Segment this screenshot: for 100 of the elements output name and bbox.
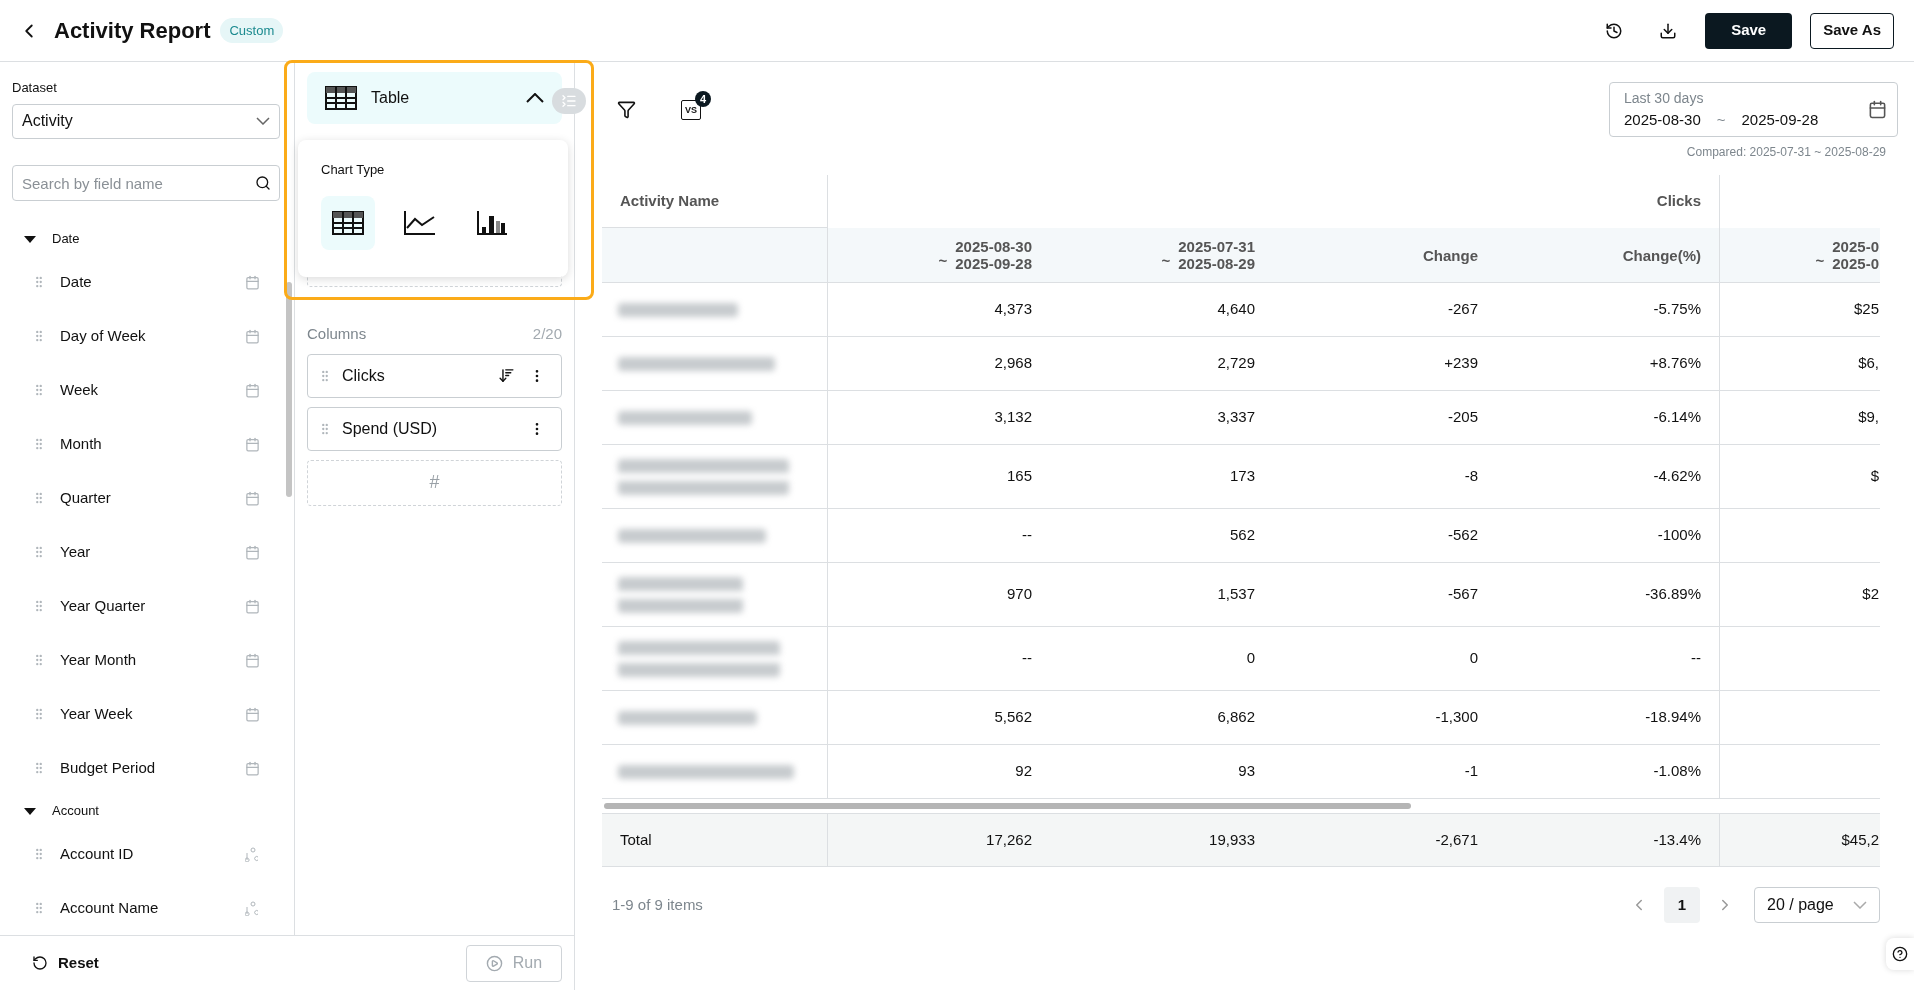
table-cell-text: $2 — [1862, 584, 1879, 605]
total-cell-text: 19,933 — [1209, 829, 1255, 850]
table-cell-text: -6.14% — [1653, 407, 1701, 428]
page-size-select[interactable]: 20 / page — [1754, 887, 1880, 923]
total-cell-text: $45,2 — [1841, 829, 1879, 850]
table-cell-text: 970 — [1006, 584, 1032, 605]
calendar-icon — [245, 436, 260, 452]
table-cell-text: -- — [1691, 648, 1701, 669]
table-cell-text: 1,537 — [1217, 584, 1255, 605]
table-cell-text: -1.08% — [1653, 761, 1701, 782]
column-chip[interactable]: Clicks — [307, 353, 562, 398]
field-item[interactable]: Month — [12, 417, 280, 471]
field-item[interactable]: Quarter — [12, 471, 280, 525]
collapse-icon — [561, 93, 577, 109]
reset-button[interactable]: Reset — [32, 951, 99, 975]
table-cell-text: 0 — [1469, 648, 1478, 669]
table-cell-text: 93 — [1238, 761, 1255, 782]
calendar-icon — [245, 490, 260, 506]
calendar-icon — [245, 328, 260, 344]
save-button[interactable]: Save — [1705, 12, 1793, 49]
page-button[interactable]: 1 — [1664, 887, 1700, 923]
compared-range: Compared: 2025-07-31 ~ 2025-08-29 — [1686, 144, 1886, 161]
calendar-icon — [245, 544, 260, 560]
help-button[interactable] — [1886, 938, 1914, 970]
table-cell-text: 5,562 — [994, 707, 1032, 728]
field-item[interactable]: Account Name — [12, 881, 280, 935]
table-cell-text: 173 — [1229, 466, 1255, 487]
date-preset: Last 30 days — [1624, 88, 1705, 108]
column-drop-zone: # — [307, 459, 562, 506]
field-group-header[interactable]: Date — [12, 223, 280, 255]
chart-type-selector[interactable]: Table — [307, 72, 562, 124]
column-header: ~ 2025-0 2025-0 — [1719, 228, 1879, 282]
sort-icon[interactable] — [498, 367, 515, 384]
items-summary: 1-9 of 9 items — [611, 894, 703, 915]
dataset-select[interactable]: Activity — [12, 103, 280, 139]
horizontal-scrollbar-thumb[interactable] — [604, 803, 1411, 809]
field-item[interactable]: Budget Period — [12, 741, 280, 795]
page-title: Activity Report — [54, 17, 211, 45]
field-item[interactable]: Week — [12, 363, 280, 417]
text-type-icon — [245, 846, 260, 862]
calendar-icon — [245, 598, 260, 614]
field-item[interactable]: Year Quarter — [12, 579, 280, 633]
columns-count: 2/20 — [532, 324, 562, 344]
popover-title: Chart Type — [321, 161, 386, 179]
total-cell-text: 17,262 — [986, 829, 1032, 850]
total-cell-text: -13.4% — [1653, 829, 1701, 850]
table-cell-text: $9, — [1858, 407, 1879, 428]
column-header: Change(%) — [1621, 245, 1702, 266]
scrollbar-thumb[interactable] — [286, 282, 292, 497]
history-icon[interactable] — [1605, 21, 1624, 40]
table-cell-text: -36.89% — [1645, 584, 1701, 605]
text-type-icon — [245, 900, 260, 916]
download-icon[interactable] — [1659, 21, 1678, 40]
table-cell-text: $6, — [1858, 353, 1879, 374]
field-group-header[interactable]: Account — [12, 795, 280, 827]
table-cell-text: +239 — [1444, 353, 1478, 374]
chart-type-option[interactable] — [321, 195, 375, 250]
table-cell-text: 2,729 — [1217, 353, 1255, 374]
line-chart-icon — [403, 209, 437, 236]
table-cell-text: 6,862 — [1217, 707, 1255, 728]
bar-chart-icon — [476, 209, 508, 236]
field-item[interactable]: Day of Week — [12, 309, 280, 363]
table-cell-text: -- — [1022, 525, 1032, 546]
date-range-picker[interactable]: Last 30 days 2025-08-30 ~ 2025-09-28 — [1609, 82, 1898, 137]
collapse-panel-handle[interactable] — [552, 88, 586, 114]
column-header: ~ 2025-08-30 2025-09-28 — [827, 228, 1050, 282]
calendar-icon — [245, 382, 260, 398]
field-item[interactable]: Date — [12, 255, 280, 309]
help-icon — [1892, 946, 1908, 962]
dataset-label: Dataset — [12, 79, 58, 97]
play-icon — [485, 954, 503, 972]
chevron-down-icon — [256, 117, 270, 126]
table-icon — [332, 210, 364, 235]
column-header: Change — [1422, 245, 1479, 266]
filter-icon[interactable] — [617, 100, 636, 119]
field-item[interactable]: Year — [12, 525, 280, 579]
field-item[interactable]: Year Month — [12, 633, 280, 687]
table-icon — [325, 86, 357, 110]
table-cell-text: 4,640 — [1217, 299, 1255, 320]
column-chip[interactable]: Spend (USD) — [307, 406, 562, 451]
calendar-icon — [245, 652, 260, 668]
search-field[interactable]: Search by field name — [12, 165, 280, 201]
reset-icon — [32, 955, 48, 971]
columns-label: Columns — [307, 324, 367, 344]
table-cell-text: 3,337 — [1217, 407, 1255, 428]
table-cell-text: -1,300 — [1435, 707, 1478, 728]
table-cell-text: 2,968 — [994, 353, 1032, 374]
table-cell-text: -1 — [1464, 761, 1478, 782]
field-item[interactable]: Year Week — [12, 687, 280, 741]
end-date: 2025-09-28 — [1741, 109, 1819, 130]
table-cell-text: -100% — [1657, 525, 1701, 546]
count-badge: 4 — [695, 91, 711, 107]
total-label: Total — [619, 829, 653, 850]
chevron-down-icon — [1853, 901, 1867, 909]
save-as-button[interactable]: Save As — [1810, 12, 1894, 49]
table-cell-text: -567 — [1447, 584, 1478, 605]
calendar-icon — [245, 706, 260, 722]
field-item[interactable]: Account ID — [12, 827, 280, 881]
table-cell-text: -267 — [1447, 299, 1478, 320]
table-cell-text: -205 — [1447, 407, 1478, 428]
